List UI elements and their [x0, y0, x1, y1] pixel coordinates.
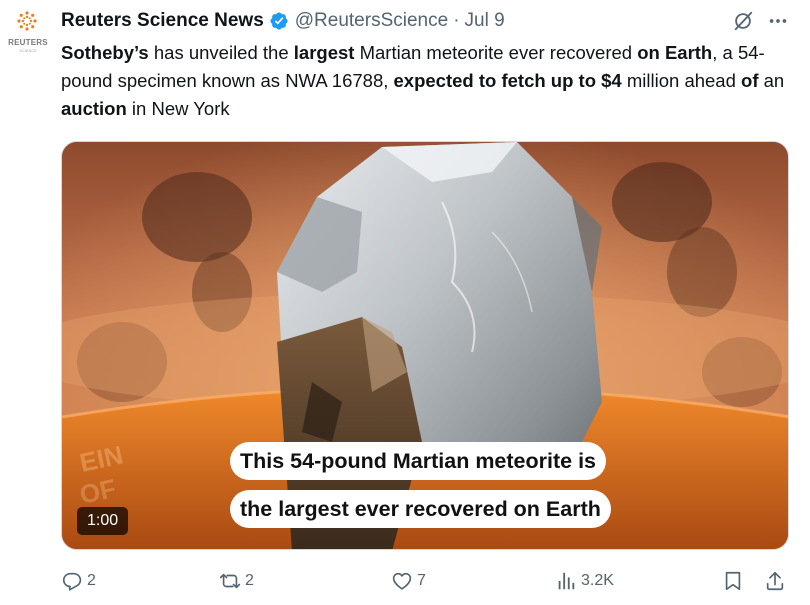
like-button[interactable]: 7 — [391, 566, 426, 596]
like-icon — [392, 572, 412, 590]
separator-dot: · — [453, 10, 460, 31]
grok-icon[interactable] — [732, 10, 754, 32]
author-name[interactable]: Reuters Science News — [61, 10, 264, 32]
author-handle[interactable]: @ReutersScience — [295, 10, 448, 32]
reuters-logo-icon — [17, 11, 37, 31]
avatar[interactable]: REUTERS SCIENCE — [6, 10, 48, 62]
text-seg-3: Martian meteorite ever recovered — [354, 42, 638, 63]
bookmark-icon — [725, 571, 741, 591]
text-seg-7: million ahead — [621, 70, 742, 91]
video-duration: 1:00 — [77, 507, 129, 535]
text-seg-6: expected to fetch up to $4 — [393, 70, 622, 91]
avatar-subtext: SCIENCE — [19, 48, 37, 53]
text-seg-9: an — [758, 70, 785, 91]
bookmark-button[interactable] — [722, 566, 748, 596]
share-icon — [766, 571, 784, 591]
views-icon — [558, 572, 575, 590]
caption-line-2: the largest ever recovered on Earth — [230, 490, 611, 528]
caption-line-1: This 54-pound Martian meteorite is — [230, 442, 606, 480]
like-count: 7 — [417, 572, 426, 589]
verified-badge-icon[interactable] — [269, 11, 289, 31]
views-count: 3.2K — [581, 572, 614, 589]
reply-icon — [62, 572, 82, 591]
text-seg-4: on Earth — [637, 42, 713, 63]
views-button[interactable]: 3.2K — [555, 566, 614, 596]
text-seg-11: in New York — [126, 98, 230, 119]
post-text: Sotheby’s has unveiled the largest Marti… — [61, 39, 791, 123]
repost-icon — [219, 573, 241, 589]
avatar-wordmark: REUTERS — [8, 38, 48, 47]
text-seg-2: largest — [293, 42, 355, 63]
post-header: Reuters Science News @ReutersScience · J… — [61, 8, 790, 34]
reply-count: 2 — [87, 572, 96, 589]
text-seg-1: has unveiled the — [148, 42, 294, 63]
post-date[interactable]: Jul 9 — [465, 10, 505, 32]
text-seg-8: of — [741, 70, 759, 91]
video-player[interactable]: EIN OF This 54-pound Martian meteorite i… — [61, 141, 789, 550]
share-button[interactable] — [764, 566, 790, 596]
text-seg-0: Sotheby’s — [61, 42, 149, 63]
text-seg-10: auction — [61, 98, 127, 119]
action-bar: 2 2 7 3.2K — [61, 566, 794, 596]
reply-button[interactable]: 2 — [61, 566, 96, 596]
video-frame: EIN OF — [62, 142, 788, 549]
repost-count: 2 — [245, 572, 254, 589]
more-icon[interactable] — [766, 10, 790, 32]
repost-button[interactable]: 2 — [219, 566, 254, 596]
